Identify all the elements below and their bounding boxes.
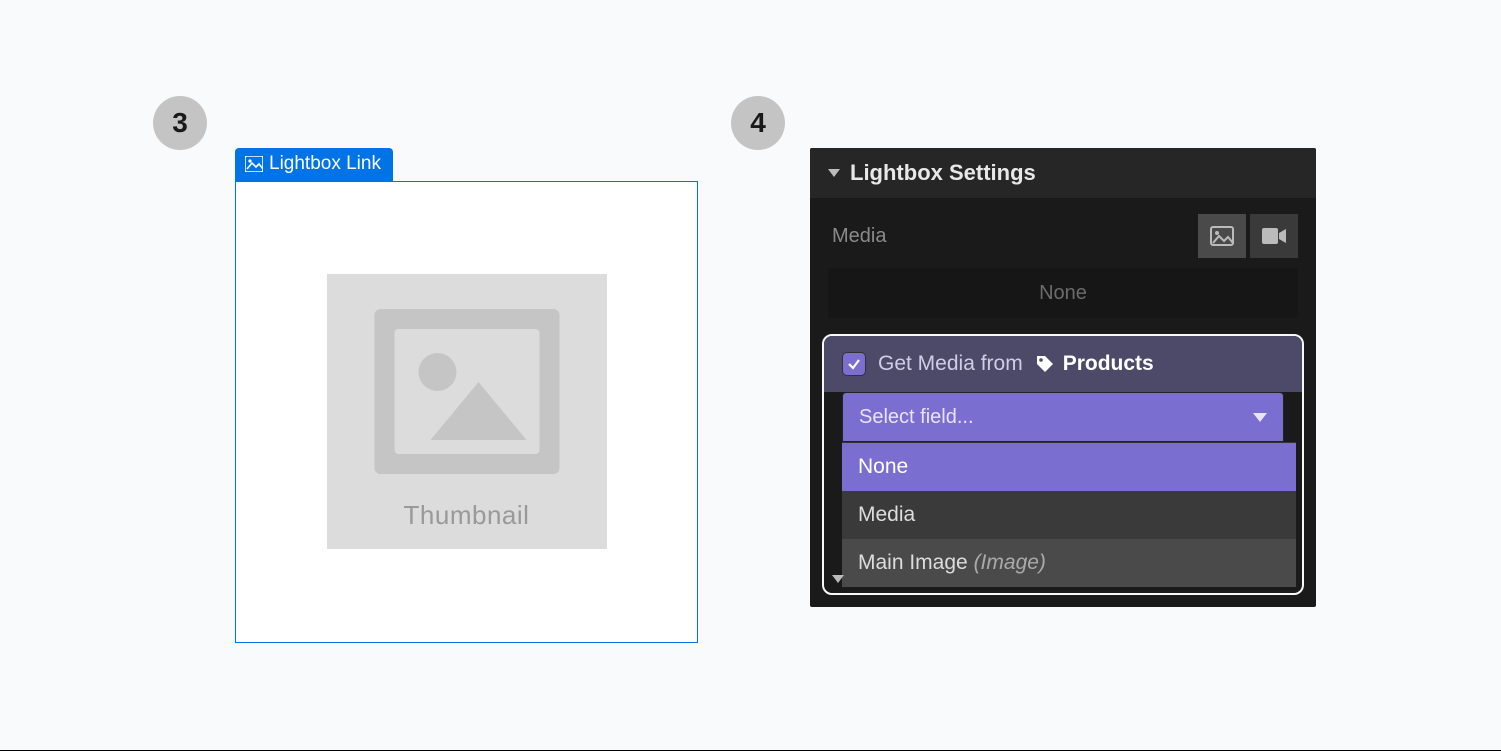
thumbnail-placeholder: Thumbnail — [327, 274, 607, 549]
dropdown-option-media[interactable]: Media — [842, 491, 1296, 539]
step-number: 4 — [750, 107, 766, 139]
dropdown-option-none[interactable]: None — [842, 443, 1296, 491]
video-icon — [1261, 227, 1287, 245]
dropdown-option-main-image[interactable]: Main Image (Image) — [842, 539, 1296, 587]
media-type-toggle — [1198, 214, 1298, 258]
panel-header[interactable]: Lightbox Settings — [810, 148, 1316, 198]
option-label: Media — [858, 503, 915, 526]
tag-icon — [1035, 354, 1055, 374]
element-label: Lightbox Link — [269, 153, 381, 176]
option-label: None — [858, 455, 908, 478]
option-meta: (Image) — [974, 551, 1046, 574]
lightbox-settings-panel: Lightbox Settings Media None Get Media f… — [810, 148, 1316, 607]
image-placeholder-icon — [374, 309, 559, 474]
collection-name: Products — [1063, 352, 1154, 376]
canvas-element-wrap: Lightbox Link Thumbnail — [235, 148, 698, 643]
collection-chip[interactable]: Products — [1035, 352, 1154, 376]
media-type-image-button[interactable] — [1198, 214, 1246, 258]
field-select-placeholder: Select field... — [859, 406, 974, 429]
lightbox-link-element[interactable]: Thumbnail — [235, 181, 698, 643]
cms-binding-section: Get Media from Products Select field... … — [822, 334, 1304, 595]
media-row: Media — [810, 198, 1316, 268]
step-number: 3 — [172, 107, 188, 139]
get-media-from-label: Get Media from — [878, 352, 1023, 376]
lightbox-link-icon — [245, 156, 263, 172]
option-label: Main Image — [858, 551, 968, 574]
media-value: None — [1039, 282, 1087, 305]
step-badge-4: 4 — [731, 96, 785, 150]
get-media-from-checkbox[interactable] — [842, 352, 866, 376]
thumbnail-label: Thumbnail — [404, 500, 530, 531]
media-label: Media — [832, 225, 886, 248]
element-selection-tag[interactable]: Lightbox Link — [235, 148, 393, 181]
media-value-box[interactable]: None — [828, 268, 1298, 318]
field-select[interactable]: Select field... — [842, 392, 1284, 442]
image-icon — [1210, 226, 1234, 246]
panel-title: Lightbox Settings — [850, 160, 1036, 186]
dropdown-caret-icon — [1253, 413, 1267, 422]
check-icon — [847, 357, 861, 371]
section-collapse-caret-icon — [832, 575, 844, 583]
media-type-video-button[interactable] — [1250, 214, 1298, 258]
binding-header: Get Media from Products — [824, 336, 1302, 392]
step-badge-3: 3 — [153, 96, 207, 150]
field-dropdown: None Media Main Image (Image) — [842, 442, 1296, 587]
collapse-caret-icon — [828, 169, 840, 177]
